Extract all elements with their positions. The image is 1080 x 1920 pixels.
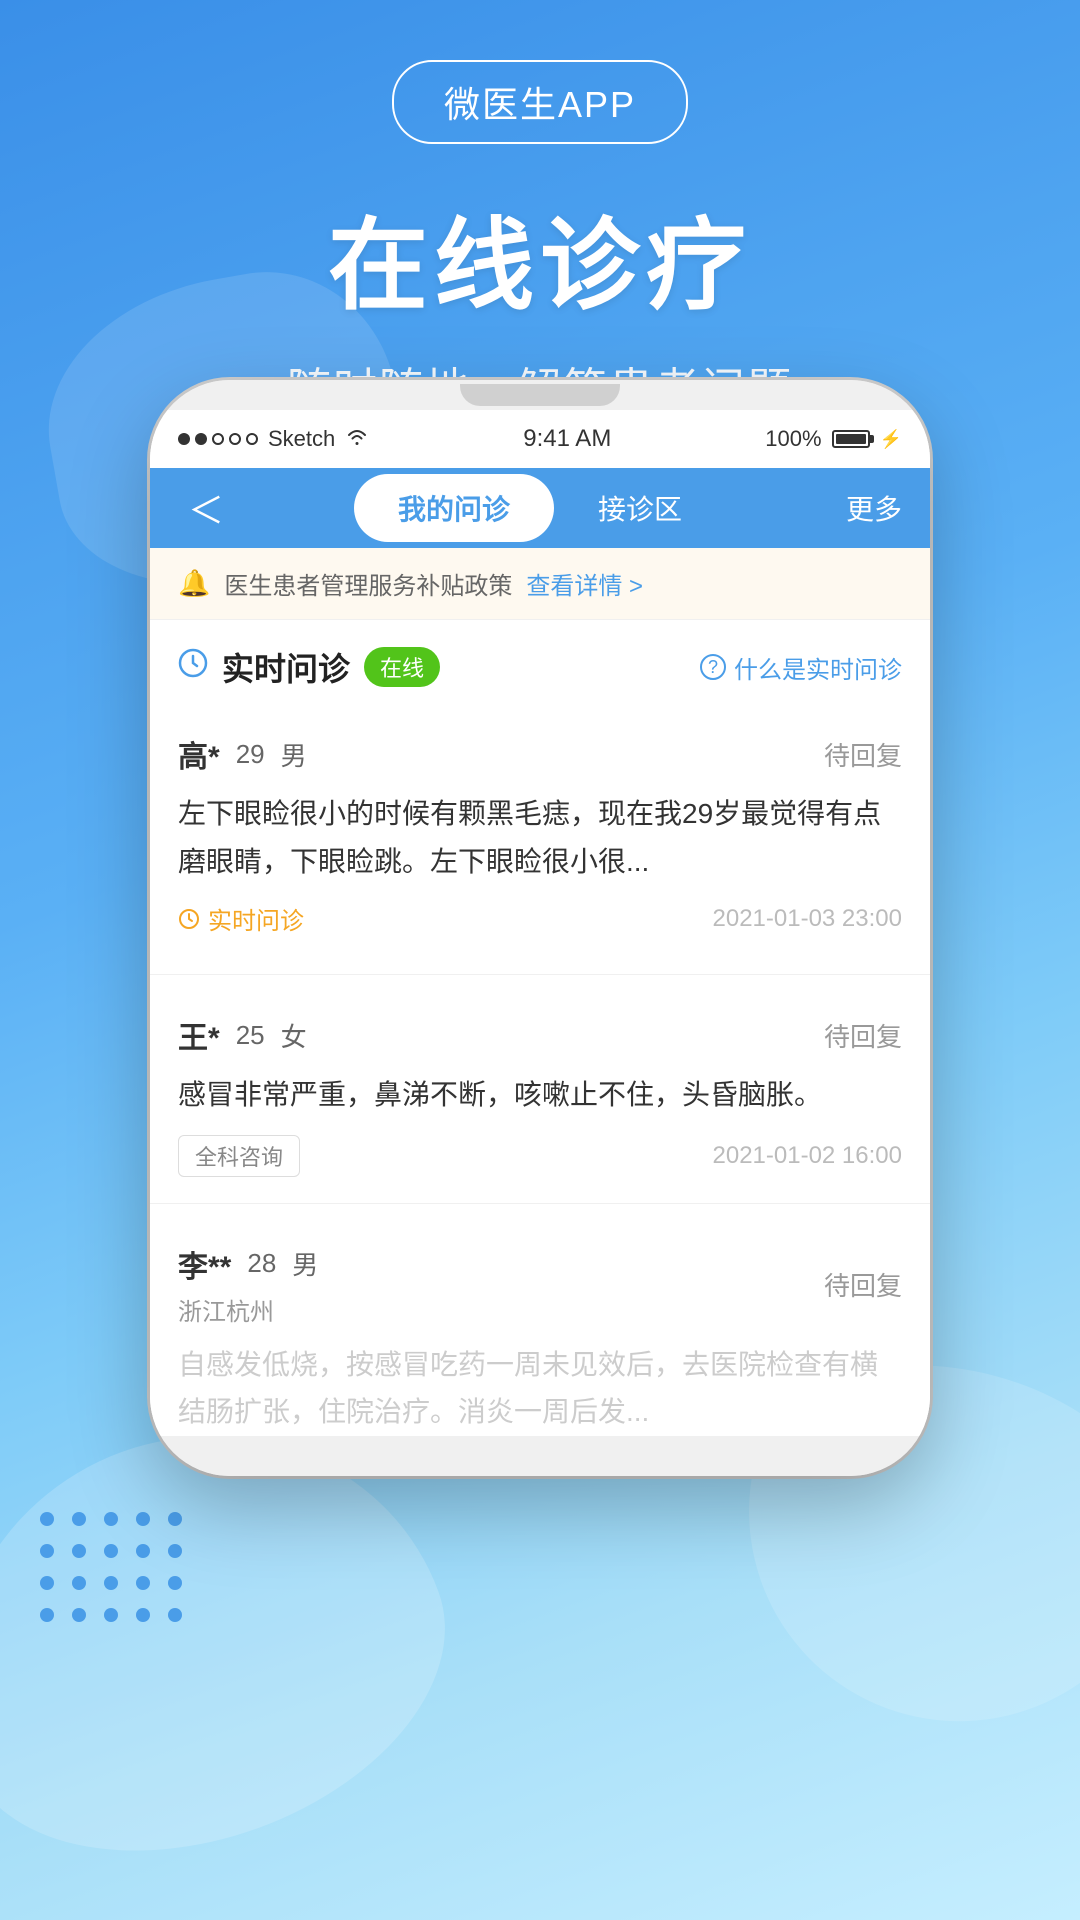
online-badge: 在线 [364,647,440,687]
notice-text: 医生患者管理服务补贴政策 [224,566,512,601]
status-left: Sketch [178,426,369,452]
patient-3-gender: 男 [292,1245,318,1282]
patient-3-location: 浙江杭州 [178,1292,318,1327]
status-right: 100% ⚡ [765,426,902,452]
battery-fill [836,434,866,444]
patient-section-2: 王* 25 女 待回复 感冒非常严重，鼻涕不断，咳嗽止不住，头昏脑胀。 全科咨询… [150,991,930,1187]
dots-decoration [40,1512,182,1640]
status-bar: Sketch 9:41 AM 100% [150,410,930,468]
patient-1-type-label: 实时问诊 [208,901,304,936]
patient-1-footer: 实时问诊 2021-01-03 23:00 [178,901,902,946]
patient-1-desc: 左下眼睑很小的时候有颗黑毛痣，现在我29岁最觉得有点磨眼睛，下眼睑跳。左下眼睑很… [178,790,902,885]
realtime-label: 实时问诊 [222,644,350,690]
patient-3-desc: 自感发低烧，按感冒吃药一周未见效后，去医院检查有横结肠扩张，住院治疗。消炎一周后… [178,1341,902,1436]
notice-bar: 🔔 医生患者管理服务补贴政策 查看详情 > [150,548,930,620]
signal-dots [178,433,258,445]
signal-dot-1 [178,433,190,445]
patient-3-info: 李** 28 男 [178,1242,318,1286]
notice-icon: 🔔 [178,568,210,599]
realtime-section: 实时问诊 在线 ? 什么是实时问诊 高* 29 男 [150,620,930,974]
phone-mockup: Sketch 9:41 AM 100% [150,380,930,1476]
patient-2-time: 2021-01-02 16:00 [713,1142,903,1170]
patient-2-status: 待回复 [824,1017,902,1054]
patient-1-info: 高* 29 男 [178,732,307,776]
divider-1 [150,974,930,975]
tab-reception[interactable]: 接诊区 [554,474,726,542]
patient-1-time: 2021-01-03 23:00 [713,905,903,933]
patient-2-age: 25 [236,1020,265,1051]
header-section: 微医生APP 在线诊疗 随时随地，解答患者问题 [0,0,1080,417]
nav-tabs: 我的问诊 接诊区 [254,474,826,542]
patient-3-status: 待回复 [824,1266,902,1303]
signal-dot-4 [229,433,241,445]
patient-2-name: 王* [178,1013,220,1057]
patient-1-header: 高* 29 男 待回复 [178,710,902,790]
patient-2-footer: 全科咨询 2021-01-02 16:00 [178,1135,902,1187]
nav-bar: ＜ 我的问诊 接诊区 更多 [150,468,930,548]
phone-notch [460,384,620,406]
back-button[interactable]: ＜ [178,482,234,534]
patient-card-1[interactable]: 高* 29 男 待回复 左下眼睑很小的时候有颗黑毛痣，现在我29岁最觉得有点磨眼… [178,710,902,946]
phone-top-bar [150,380,930,410]
signal-dot-5 [246,433,258,445]
battery-icon [832,430,870,448]
patient-2-info: 王* 25 女 [178,1013,307,1057]
tab-my-consultation[interactable]: 我的问诊 [354,474,554,542]
realtime-help[interactable]: ? 什么是实时问诊 [700,650,902,685]
realtime-clock-icon [178,648,208,686]
lightning-icon: ⚡ [880,429,902,450]
divider-2 [150,1203,930,1204]
patient-2-desc: 感冒非常严重，鼻涕不断，咳嗽止不住，头昏脑胀。 [178,1071,902,1119]
more-button[interactable]: 更多 [846,488,902,528]
realtime-header: 实时问诊 在线 ? 什么是实时问诊 [178,644,902,690]
patient-1-name: 高* [178,732,220,776]
patient-1-age: 29 [236,739,265,770]
carrier-text: Sketch [268,426,335,452]
realtime-title: 实时问诊 在线 [178,644,440,690]
patient-1-type-tag: 实时问诊 [178,901,304,936]
signal-dot-3 [212,433,224,445]
battery-body [832,430,870,448]
patient-2-header: 王* 25 女 待回复 [178,991,902,1071]
patient-1-status: 待回复 [824,736,902,773]
patient-section-3: 李** 28 男 浙江杭州 待回复 自感发低烧，按感冒吃药一周未见效后，去医院检… [150,1220,930,1436]
phone-mockup-wrapper: Sketch 9:41 AM 100% [150,380,930,1476]
battery-percent: 100% [765,426,821,452]
app-badge: 微医生APP [392,60,688,144]
wifi-icon [345,426,369,452]
phone-bottom [150,1436,930,1476]
help-icon: ? [700,654,726,680]
notice-link[interactable]: 查看详情 > [526,566,643,601]
patient-3-name: 李** [178,1242,231,1286]
help-text: 什么是实时问诊 [734,650,902,685]
phone-inner: Sketch 9:41 AM 100% [150,410,930,1436]
patient-card-3[interactable]: 李** 28 男 浙江杭州 待回复 自感发低烧，按感冒吃药一周未见效后，去医院检… [178,1220,902,1436]
status-time: 9:41 AM [523,425,611,453]
patient-card-2[interactable]: 王* 25 女 待回复 感冒非常严重，鼻涕不断，咳嗽止不住，头昏脑胀。 全科咨询… [178,991,902,1187]
patient-3-header: 李** 28 男 浙江杭州 待回复 [178,1220,902,1341]
patient-2-gender: 女 [281,1017,307,1054]
signal-dot-2 [195,433,207,445]
patient-3-age: 28 [247,1248,276,1279]
patient-2-type-tag: 全科咨询 [178,1135,300,1177]
patient-1-gender: 男 [281,736,307,773]
main-title: 在线诊疗 [0,184,1080,329]
